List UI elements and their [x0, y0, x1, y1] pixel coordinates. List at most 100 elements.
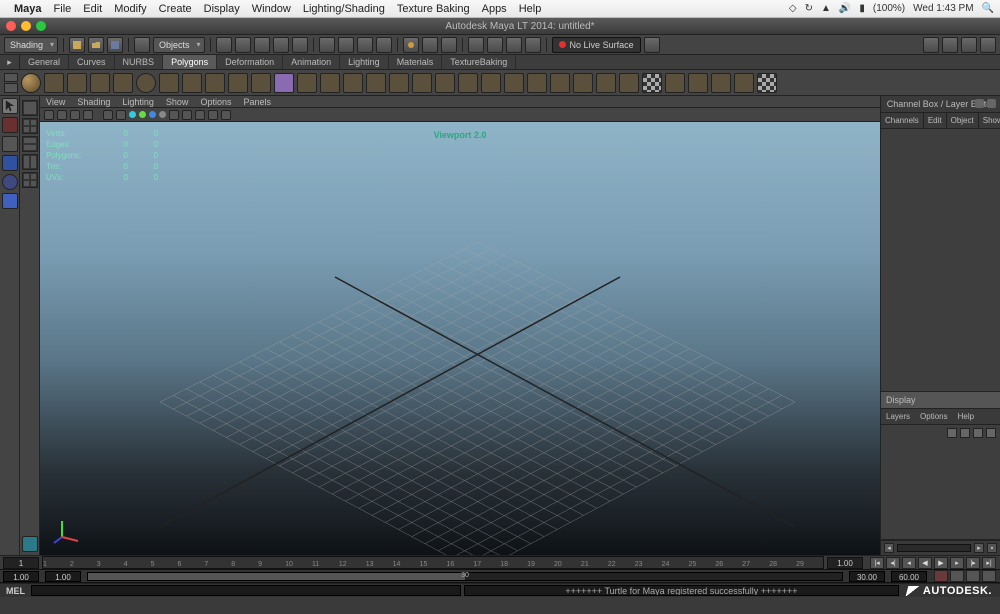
vp-btn-8[interactable]: [182, 110, 192, 120]
lasso-tool[interactable]: [2, 117, 18, 133]
shelf-i5[interactable]: [412, 73, 432, 93]
app-menu[interactable]: Maya: [14, 3, 42, 15]
vp-btn-3[interactable]: [70, 110, 80, 120]
vp-menu-options[interactable]: Options: [200, 97, 231, 107]
shelf-soccer-icon[interactable]: [251, 73, 271, 93]
live-surface-pill[interactable]: No Live Surface: [552, 37, 641, 53]
wifi-icon[interactable]: ▲: [821, 3, 831, 14]
open-scene-button[interactable]: [88, 37, 104, 53]
vp-btn-5[interactable]: [103, 110, 113, 120]
layer-new-icon[interactable]: [947, 428, 957, 438]
vp-btn-4[interactable]: [83, 110, 93, 120]
snap-live-button[interactable]: [292, 37, 308, 53]
sync-icon[interactable]: ↻: [805, 3, 813, 14]
menu-edit[interactable]: Edit: [83, 3, 102, 15]
menu-window[interactable]: Window: [252, 3, 291, 15]
tb-misc-1[interactable]: [319, 37, 335, 53]
shelf-i14[interactable]: [619, 73, 639, 93]
tab-materials[interactable]: Materials: [389, 55, 443, 69]
shelf-chk4[interactable]: [711, 73, 731, 93]
zoom-icon[interactable]: [36, 21, 46, 31]
tab-animation[interactable]: Animation: [283, 55, 340, 69]
tb-misc-7[interactable]: [506, 37, 522, 53]
vp-dot-grey-icon[interactable]: [159, 111, 166, 118]
menu-display[interactable]: Display: [204, 3, 240, 15]
cb-tab-edit[interactable]: Edit: [924, 113, 947, 128]
shelf-i4[interactable]: [389, 73, 409, 93]
vp-btn-10[interactable]: [208, 110, 218, 120]
playback-prefs-button[interactable]: [982, 570, 996, 582]
shelf-i12[interactable]: [573, 73, 593, 93]
tab-deformation[interactable]: Deformation: [217, 55, 283, 69]
tab-lighting[interactable]: Lighting: [340, 55, 389, 69]
vp-menu-lighting[interactable]: Lighting: [122, 97, 154, 107]
scroll-end-icon[interactable]: ▪: [987, 543, 997, 553]
close-icon[interactable]: [6, 21, 16, 31]
battery-icon[interactable]: ▮: [859, 3, 865, 14]
tab-general[interactable]: General: [20, 55, 69, 69]
menu-apps[interactable]: Apps: [482, 3, 507, 15]
shelf-i2[interactable]: [343, 73, 363, 93]
tab-nurbs[interactable]: NURBS: [115, 55, 164, 69]
cb-tab-channels[interactable]: Channels: [881, 113, 924, 128]
time-slider[interactable]: 1 12345678910111213141516171819202122232…: [0, 555, 1000, 570]
snap-grid-button[interactable]: [216, 37, 232, 53]
cb-icon-2[interactable]: [987, 99, 996, 108]
shelf-i13[interactable]: [596, 73, 616, 93]
time-ruler[interactable]: 1234567891011121314151617181920212223242…: [42, 556, 824, 569]
vp-btn-11[interactable]: [221, 110, 231, 120]
shelf-chk1[interactable]: [642, 73, 662, 93]
layer-tab-options[interactable]: Options: [915, 409, 953, 424]
tb-misc-6[interactable]: [487, 37, 503, 53]
move-tool[interactable]: [2, 155, 18, 171]
frame-end-field[interactable]: 1.00: [827, 557, 863, 569]
tab-texbake[interactable]: TextureBaking: [442, 55, 516, 69]
shelf-cone-icon[interactable]: [90, 73, 110, 93]
scroll-left-icon[interactable]: ◂: [884, 543, 894, 553]
tab-polygons[interactable]: Polygons: [163, 55, 217, 69]
shelf-torus-icon[interactable]: [136, 73, 156, 93]
tb-misc-2[interactable]: [338, 37, 354, 53]
layer-sel-icon[interactable]: [960, 428, 970, 438]
volume-icon[interactable]: 🔊: [839, 3, 851, 14]
shelf-chk6[interactable]: [757, 73, 777, 93]
shelf-pipe-icon[interactable]: [205, 73, 225, 93]
layout-btn-3[interactable]: [961, 37, 977, 53]
cmd-input[interactable]: [31, 585, 461, 596]
step-fwd-key-button[interactable]: |▸: [966, 557, 980, 569]
vp-dot-cyan-icon[interactable]: [129, 111, 136, 118]
menu-file[interactable]: File: [54, 3, 72, 15]
layer-opt-icon[interactable]: [986, 428, 996, 438]
vp-dot-blue-icon[interactable]: [149, 111, 156, 118]
layer-tab-help[interactable]: Help: [953, 409, 979, 424]
layout-btn-2[interactable]: [942, 37, 958, 53]
shelf-prism-icon[interactable]: [159, 73, 179, 93]
shelf-tab-up-icon[interactable]: [4, 73, 18, 83]
single-pane-icon[interactable]: [22, 100, 38, 116]
objects-dropdown[interactable]: Objects: [153, 37, 205, 53]
clock[interactable]: Wed 1:43 PM: [913, 3, 973, 14]
menu-create[interactable]: Create: [159, 3, 192, 15]
shelf-tab-down-icon[interactable]: [4, 83, 18, 93]
snap-curve-button[interactable]: [235, 37, 251, 53]
char-set-button[interactable]: [966, 570, 980, 582]
tb-misc-8[interactable]: [525, 37, 541, 53]
tb-misc-4[interactable]: [376, 37, 392, 53]
layout-btn-1[interactable]: [923, 37, 939, 53]
two-pane-h-icon[interactable]: [22, 136, 38, 152]
vp-btn-7[interactable]: [169, 110, 179, 120]
step-fwd-button[interactable]: ▸: [950, 557, 964, 569]
shelf-i6[interactable]: [435, 73, 455, 93]
range-thumb[interactable]: [88, 573, 465, 580]
shelf-i1[interactable]: [320, 73, 340, 93]
shelf-i3[interactable]: [366, 73, 386, 93]
anim-prefs-button[interactable]: [950, 570, 964, 582]
shelf-menu-icon[interactable]: ▸: [0, 55, 20, 69]
snap-point-button[interactable]: [254, 37, 270, 53]
maya-lt-icon[interactable]: [22, 536, 38, 552]
vp-dot-green-icon[interactable]: [139, 111, 146, 118]
go-end-button[interactable]: ▸|: [982, 557, 996, 569]
four-pane-icon[interactable]: [22, 118, 38, 134]
shelf-cube-icon[interactable]: [44, 73, 64, 93]
tb-misc-3[interactable]: [357, 37, 373, 53]
